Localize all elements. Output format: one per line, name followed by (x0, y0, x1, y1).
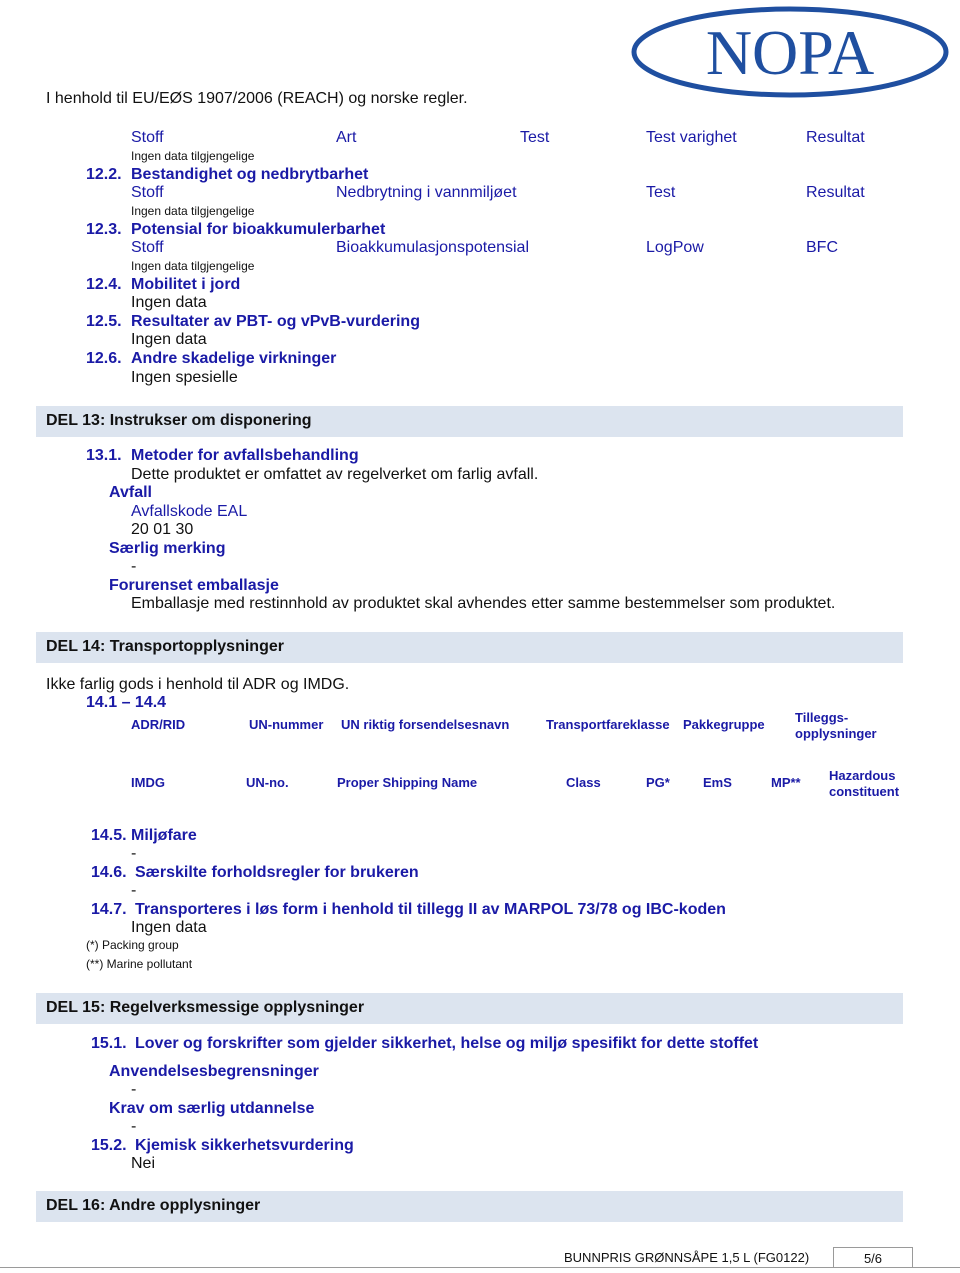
section-title-12-5: Resultater av PBT- og vPvB-vurdering (131, 313, 420, 330)
forurenset-emballasje-label: Forurenset emballasje (109, 577, 279, 594)
section-value-14-5: - (131, 845, 137, 862)
section-title-14-5: Miljøfare (131, 827, 197, 844)
section-number-12-2: 12.2. (86, 166, 122, 183)
regulation-text: I henhold til EU/EØS 1907/2006 (REACH) o… (46, 90, 468, 107)
no-data-note: Ingen data tilgjengelige (131, 204, 255, 218)
adr-header-transportfareklasse: Transportfareklasse (546, 717, 670, 732)
section-number-13-1: 13.1. (86, 447, 122, 464)
section-title-15-2: Kjemisk sikkerhetsvurdering (135, 1137, 354, 1154)
section-value-14-6: - (131, 882, 137, 899)
imdg-header-ems: EmS (703, 775, 732, 790)
section-16-heading-band: DEL 16: Andre opplysninger (36, 1191, 903, 1222)
table-header-logpow: LogPow (646, 239, 704, 256)
adr-header-un-riktig: UN riktig forsendelsesnavn (341, 717, 510, 732)
section-title-12-3: Potensial for bioakkumulerbarhet (131, 221, 386, 238)
section-number-12-6: 12.6. (86, 350, 122, 367)
table-header-stoff: Stoff (131, 129, 164, 146)
transport-intro: Ikke farlig gods i henhold til ADR og IM… (46, 676, 350, 693)
section-16-heading: DEL 16: Andre opplysninger (46, 1197, 261, 1214)
logo-text: NOPA (706, 17, 874, 88)
section-range-14-1-14-4: 14.1 – 14.4 (86, 694, 167, 711)
imdg-header-mp: MP** (771, 775, 801, 790)
avfall-label: Avfall (109, 484, 152, 501)
page-number-tab: 5/6 (833, 1247, 913, 1268)
table-header-resultat: Resultat (806, 129, 865, 146)
section-text-12-4: Ingen data (131, 294, 207, 311)
avfallskode-label: Avfallskode EAL (131, 503, 248, 520)
adr-header-tilleggs-line1: Tilleggs- (795, 710, 849, 725)
section-number-15-2: 15.2. (91, 1137, 127, 1154)
section-13-heading-band: DEL 13: Instrukser om disponering (36, 406, 903, 437)
section-15-heading-band: DEL 15: Regelverksmessige opplysninger (36, 993, 903, 1024)
adr-header-adr-rid: ADR/RID (131, 717, 186, 732)
table-header-bfc: BFC (806, 239, 838, 256)
no-data-note: Ingen data tilgjengelige (131, 259, 255, 273)
page-number: 5/6 (863, 1251, 883, 1266)
section-title-12-4: Mobilitet i jord (131, 276, 241, 293)
section-value-15-2: Nei (131, 1155, 156, 1172)
section-title-14-7: Transporteres i løs form i henhold til t… (135, 901, 726, 918)
table-header-resultat: Resultat (806, 184, 865, 201)
nopa-logo: NOPA (631, 6, 949, 98)
anvendelsesbegrensninger-value: - (131, 1081, 137, 1098)
section-number-14-6: 14.6. (91, 864, 127, 881)
section-14-heading: DEL 14: Transportopplysninger (46, 638, 284, 655)
section-number-14-5: 14.5. (91, 827, 127, 844)
imdg-header-class: Class (566, 775, 601, 790)
saerlig-merking-label: Særlig merking (109, 540, 226, 557)
section-14-heading-band: DEL 14: Transportopplysninger (36, 632, 903, 663)
anvendelsesbegrensninger-label: Anvendelsesbegrensninger (109, 1063, 319, 1080)
section-text-13-1: Dette produktet er omfattet av regelverk… (131, 466, 539, 483)
section-13-heading: DEL 13: Instrukser om disponering (46, 412, 312, 429)
section-title-15-1: Lover og forskrifter som gjelder sikkerh… (135, 1035, 759, 1052)
section-number-12-3: 12.3. (86, 221, 122, 238)
table-header-stoff: Stoff (131, 184, 164, 201)
section-text-12-6: Ingen spesielle (131, 369, 238, 386)
section-title-13-1: Metoder for avfallsbehandling (131, 447, 359, 464)
forurenset-emballasje-text: Emballasje med restinnhold av produktet … (131, 595, 836, 612)
saerlig-merking-value: - (131, 558, 137, 575)
section-text-12-5: Ingen data (131, 331, 207, 348)
table-header-nedbrytning: Nedbrytning i vannmiljøet (336, 184, 517, 201)
imdg-header-pg: PG* (646, 775, 670, 790)
footer-product-name: BUNNPRIS GRØNNSÅPE 1,5 L (FG0122) (564, 1250, 810, 1265)
table-header-test: Test (646, 184, 676, 201)
section-number-14-7: 14.7. (91, 901, 127, 918)
adr-header-tilleggs-line2: opplysninger (795, 726, 877, 741)
avfallskode-value: 20 01 30 (131, 521, 194, 538)
imdg-header-hazardous-line2: constituent (829, 784, 900, 799)
table-header-test: Test (520, 129, 550, 146)
section-15-heading: DEL 15: Regelverksmessige opplysninger (46, 999, 365, 1016)
imdg-header-un-no: UN-no. (246, 775, 289, 790)
footnote-packing-group: (*) Packing group (86, 938, 179, 952)
krav-utdannelse-label: Krav om særlig utdannelse (109, 1100, 315, 1117)
imdg-header-hazardous-line1: Hazardous (829, 768, 896, 783)
table-header-test-varighet: Test varighet (646, 129, 737, 146)
footer-divider (0, 1267, 960, 1268)
table-header-bioakkumulasjon: Bioakkumulasjonspotensial (336, 239, 529, 256)
krav-utdannelse-value: - (131, 1118, 137, 1135)
no-data-note: Ingen data tilgjengelige (131, 149, 255, 163)
table-header-art: Art (336, 129, 357, 146)
section-value-14-7: Ingen data (131, 919, 207, 936)
imdg-header-imdg: IMDG (131, 775, 165, 790)
table-header-stoff: Stoff (131, 239, 164, 256)
footnote-marine-pollutant: (**) Marine pollutant (86, 957, 193, 971)
section-title-14-6: Særskilte forholdsregler for brukeren (135, 864, 419, 881)
section-title-12-2: Bestandighet og nedbrytbarhet (131, 166, 369, 183)
adr-header-un-nummer: UN-nummer (249, 717, 324, 732)
section-number-15-1: 15.1. (91, 1035, 127, 1052)
section-number-12-5: 12.5. (86, 313, 122, 330)
adr-header-pakkegruppe: Pakkegruppe (683, 717, 765, 732)
imdg-header-proper-shipping-name: Proper Shipping Name (337, 775, 478, 790)
section-number-12-4: 12.4. (86, 276, 122, 293)
section-title-12-6: Andre skadelige virkninger (131, 350, 337, 367)
